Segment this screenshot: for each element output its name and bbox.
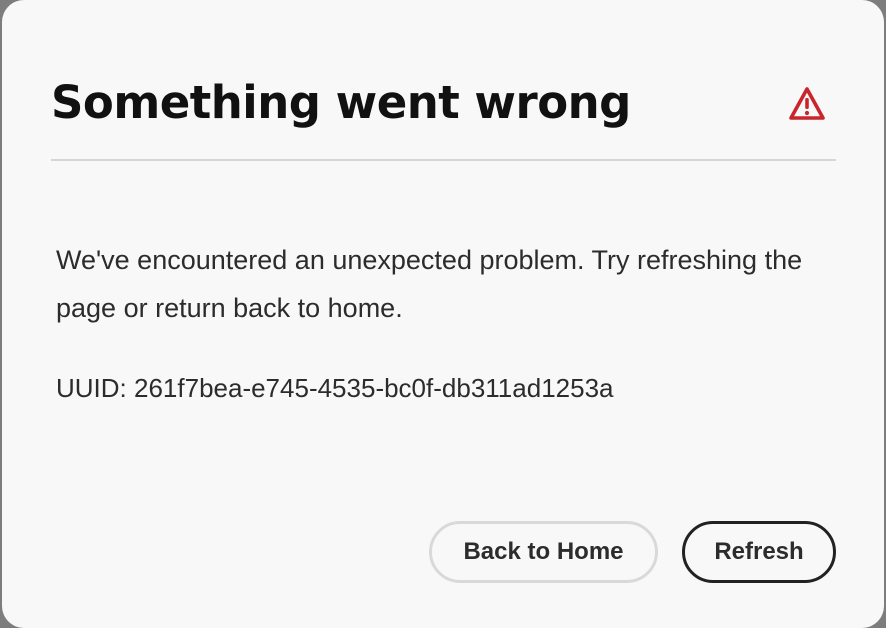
back-to-home-button[interactable]: Back to Home [429, 521, 658, 583]
header-divider [51, 159, 836, 161]
error-uuid: UUID: 261f7bea-e745-4535-bc0f-db311ad125… [56, 373, 614, 403]
alert-triangle-icon [788, 86, 826, 122]
dialog-title: Something went wrong [51, 76, 631, 129]
dialog-header: Something went wrong [51, 72, 836, 162]
error-dialog: Something went wrong We've encountered a… [2, 0, 884, 628]
refresh-button[interactable]: Refresh [682, 521, 836, 583]
error-message: We've encountered an unexpected problem.… [56, 245, 803, 323]
